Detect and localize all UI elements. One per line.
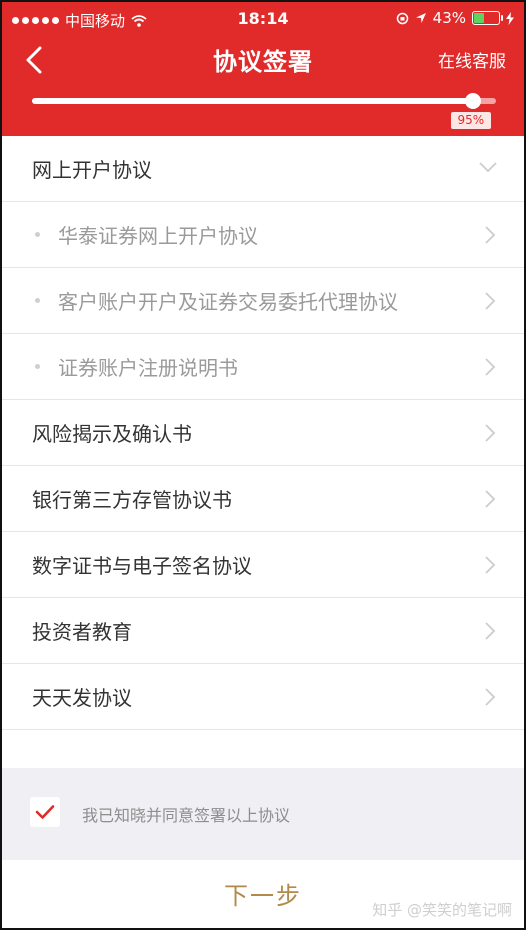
chevron-right-icon bbox=[485, 423, 496, 442]
status-right: 43% bbox=[396, 9, 514, 27]
list-item[interactable]: 客户账户开户及证券交易委托代理协议 bbox=[2, 268, 524, 334]
battery-percent: 43% bbox=[432, 9, 466, 27]
bullet-icon bbox=[35, 232, 40, 237]
list-item-label: 网上开户协议 bbox=[32, 158, 152, 182]
chevron-right-icon bbox=[485, 555, 496, 574]
check-icon bbox=[35, 805, 55, 819]
progress-bar: 95% bbox=[32, 93, 496, 130]
list-item[interactable]: 银行第三方存管协议书 bbox=[2, 466, 524, 532]
list-item[interactable]: 数字证书与电子签名协议 bbox=[2, 532, 524, 598]
charging-icon bbox=[506, 11, 514, 25]
chevron-right-icon bbox=[485, 291, 496, 310]
list-item-label: 华泰证券网上开户协议 bbox=[58, 224, 258, 248]
list-item-label: 银行第三方存管协议书 bbox=[32, 488, 232, 512]
chevron-down-icon bbox=[479, 161, 497, 172]
agree-checkbox[interactable] bbox=[30, 797, 60, 827]
chevron-right-icon bbox=[485, 225, 496, 244]
list-item-label: 客户账户开户及证券交易委托代理协议 bbox=[58, 290, 398, 314]
bullet-icon bbox=[35, 364, 40, 369]
list-item-label: 天天发协议 bbox=[32, 686, 132, 710]
list-item-label: 证券账户注册说明书 bbox=[58, 356, 238, 380]
chevron-right-icon bbox=[485, 621, 496, 640]
status-bar: 中国移动 18:14 43% bbox=[2, 2, 524, 36]
progress-knob bbox=[464, 93, 481, 109]
agreement-list: 网上开户协议华泰证券网上开户协议客户账户开户及证券交易委托代理协议 证券账户注册说… bbox=[2, 136, 524, 730]
agree-text: 我已知晓并同意签署以上协议 bbox=[82, 806, 291, 825]
list-item[interactable]: 投资者教育 bbox=[2, 598, 524, 664]
progress-label: 95% bbox=[450, 112, 491, 129]
location-icon bbox=[415, 13, 426, 23]
agreement-area: 我已知晓并同意签署以上协议 bbox=[2, 768, 524, 860]
lock-rotation-icon bbox=[396, 12, 408, 24]
app-screen: 中国移动 18:14 43% 协议签署 在线客服 95% 网上开户协议 华泰证券… bbox=[0, 0, 526, 930]
bullet-icon bbox=[35, 298, 40, 303]
list-group-header[interactable]: 网上开户协议 bbox=[2, 136, 524, 202]
footer: 下一步 知乎 @笑笑的笔记啊 bbox=[2, 860, 524, 928]
list-item[interactable]: 风险揭示及确认书 bbox=[2, 400, 524, 466]
chevron-right-icon bbox=[485, 357, 496, 376]
battery-icon bbox=[472, 11, 503, 25]
chevron-right-icon bbox=[485, 489, 496, 508]
navigation-bar: 协议签署 在线客服 bbox=[2, 36, 524, 84]
online-service-button[interactable]: 在线客服 bbox=[438, 47, 506, 72]
list-item-label: 风险揭示及确认书 bbox=[32, 422, 192, 446]
list-item[interactable]: 天天发协议 bbox=[2, 664, 524, 730]
list-item[interactable]: 证券账户注册说明书 bbox=[2, 334, 524, 400]
list-item[interactable]: 华泰证券网上开户协议 bbox=[2, 202, 524, 268]
list-item-label: 投资者教育 bbox=[32, 620, 132, 644]
progress-fill bbox=[32, 98, 473, 104]
header: 中国移动 18:14 43% 协议签署 在线客服 95% bbox=[2, 2, 524, 136]
watermark: 知乎 @笑笑的笔记啊 bbox=[372, 901, 512, 919]
list-item-label: 数字证书与电子签名协议 bbox=[32, 554, 252, 578]
chevron-right-icon bbox=[485, 687, 496, 706]
